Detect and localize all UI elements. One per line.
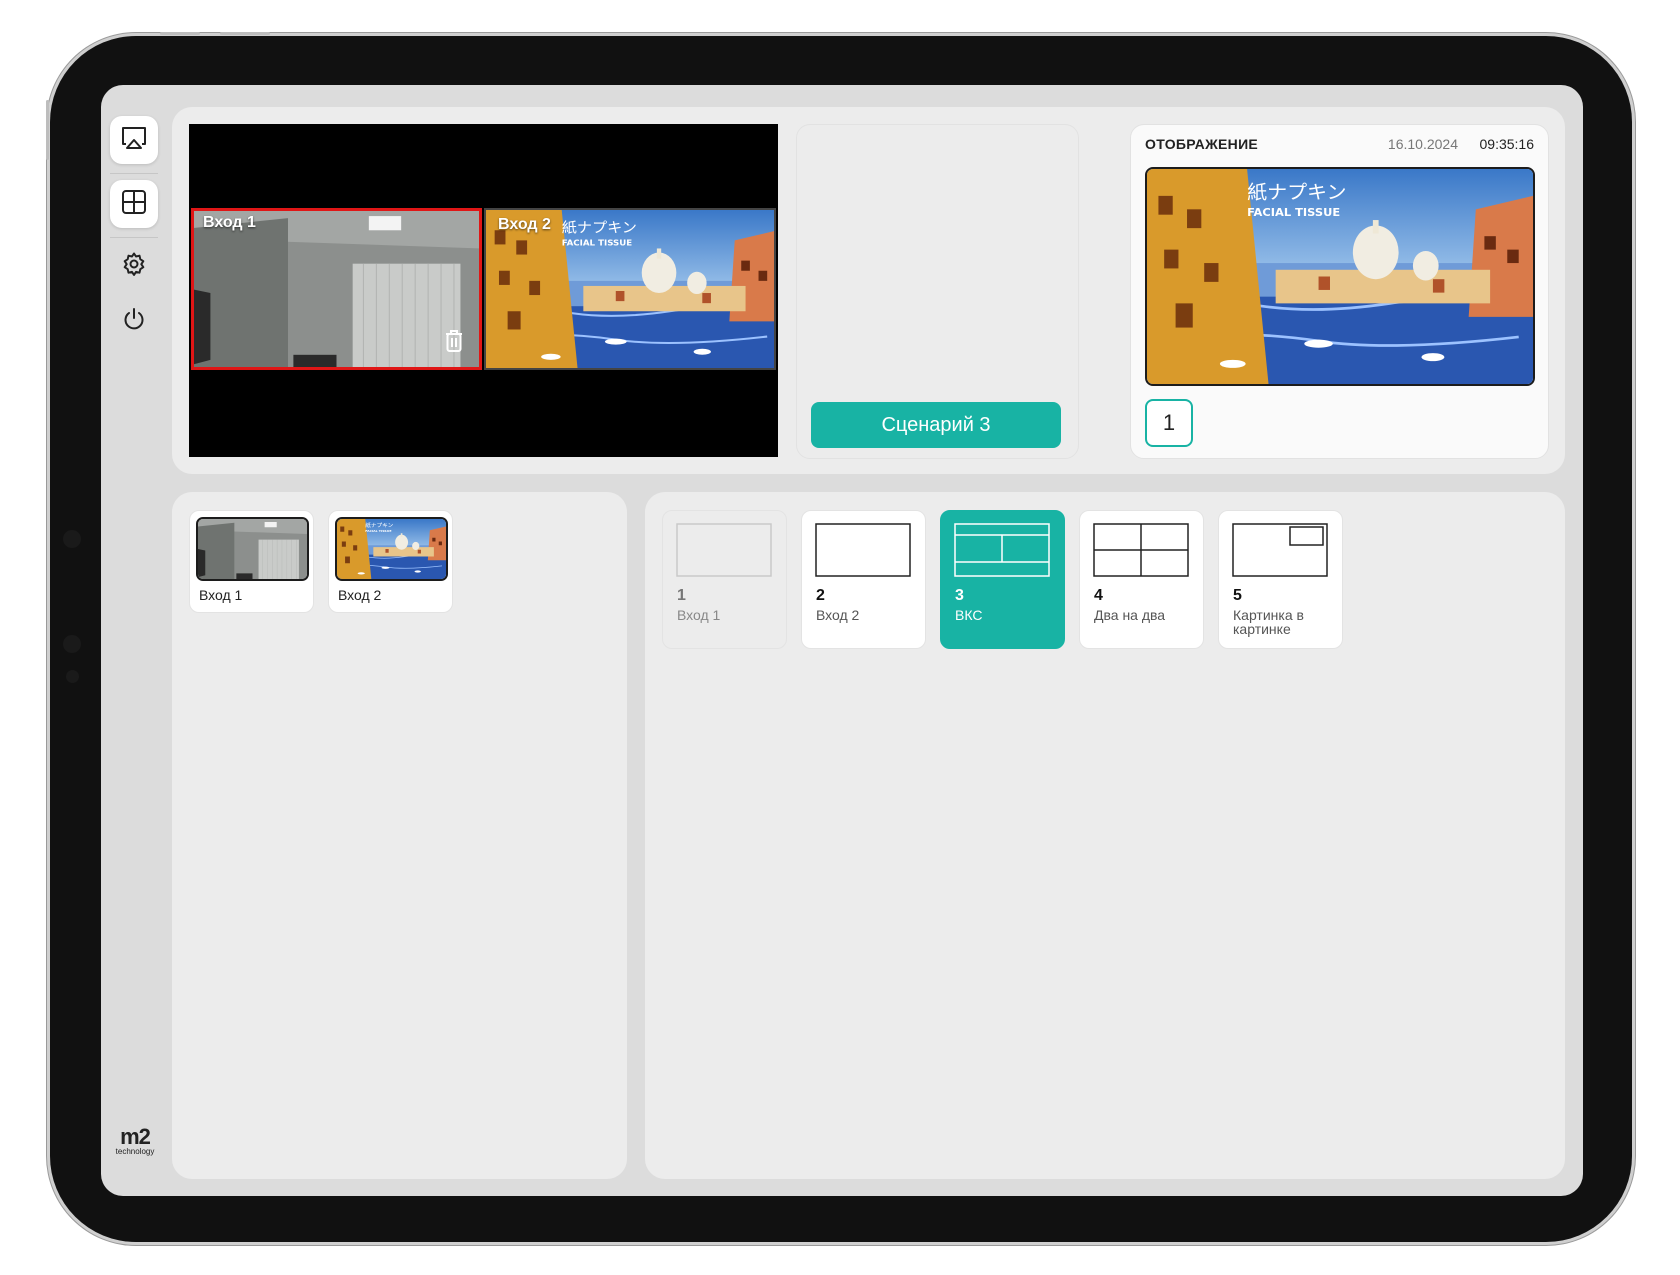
settings-button[interactable] xyxy=(110,242,158,290)
layout-number: 5 xyxy=(1233,587,1242,604)
grid-icon xyxy=(121,189,147,220)
venice-image xyxy=(486,210,774,368)
layout-card-1[interactable]: 1 Вход 1 xyxy=(662,510,787,649)
layout-name: ВКС xyxy=(955,607,983,623)
source-card-input-2[interactable]: Вход 2 xyxy=(328,510,453,613)
venice-image xyxy=(337,519,446,579)
preview-cell-label: Вход 2 xyxy=(498,216,551,233)
brand-logo: m2 technology xyxy=(109,1124,161,1157)
top-panel: Вход 1 Вход 2 Сценарий 3 ОТОБРАЖЕНИЕ 16.… xyxy=(172,107,1565,474)
venice-image xyxy=(1147,169,1533,384)
top-button xyxy=(160,32,200,35)
logo-subtitle: technology xyxy=(115,1147,155,1156)
layout-card-3[interactable]: 3 ВКС xyxy=(940,510,1065,649)
layout-vks-icon xyxy=(954,523,1050,577)
layout-grid-button[interactable] xyxy=(110,180,158,228)
display-number-button[interactable]: 1 xyxy=(1145,399,1193,447)
layout-number: 4 xyxy=(1094,587,1103,604)
layout-number: 1 xyxy=(677,587,686,604)
source-label: Вход 2 xyxy=(338,587,382,603)
power-button[interactable] xyxy=(110,297,158,345)
scenario-card: Сценарий 3 xyxy=(796,124,1079,459)
layout-name: Два на два xyxy=(1094,607,1166,623)
layout-name: Вход 2 xyxy=(816,607,860,623)
gear-icon xyxy=(121,251,147,282)
layout-card-2[interactable]: 2 Вход 2 xyxy=(801,510,926,649)
layouts-panel: 1 Вход 1 2 Вход 2 3 ВКС 4 Два на два 5 К… xyxy=(645,492,1565,1179)
rail-divider xyxy=(110,173,158,174)
layout-pip-icon xyxy=(1232,523,1328,577)
side-button xyxy=(46,100,49,160)
power-icon xyxy=(121,306,147,337)
source-thumbnail xyxy=(335,517,448,581)
preview-cell-input-2[interactable]: Вход 2 xyxy=(484,208,776,370)
scenario-preview: Вход 1 Вход 2 xyxy=(189,124,778,457)
selection-frame xyxy=(191,208,482,370)
camera-dot xyxy=(63,530,81,548)
source-label: Вход 1 xyxy=(199,587,243,603)
layout-card-4[interactable]: 4 Два на два xyxy=(1079,510,1204,649)
sources-panel: Вход 1 Вход 2 xyxy=(172,492,627,1179)
layout-card-5[interactable]: 5 Картинка в картинке xyxy=(1218,510,1343,649)
rail-divider xyxy=(110,237,158,238)
airplay-icon xyxy=(120,125,148,156)
room-image xyxy=(198,519,307,579)
display-time: 09:35:16 xyxy=(1479,136,1535,152)
source-thumbnail xyxy=(196,517,309,581)
layout-quad-icon xyxy=(1093,523,1189,577)
display-title: ОТОБРАЖЕНИЕ xyxy=(1145,136,1259,152)
trash-icon[interactable] xyxy=(443,328,465,359)
layout-number: 3 xyxy=(955,587,964,604)
app-screen: m2 technology Вход 1 Вход 2 Сценарий 3 О… xyxy=(101,85,1583,1196)
top-button xyxy=(220,32,270,35)
layout-single-icon xyxy=(815,523,911,577)
display-output-image xyxy=(1145,167,1535,386)
display-card: ОТОБРАЖЕНИЕ 16.10.2024 09:35:16 1 xyxy=(1130,124,1549,459)
layout-number: 2 xyxy=(816,587,825,604)
camera-dot xyxy=(66,670,79,683)
layout-single-icon xyxy=(676,523,772,577)
source-card-input-1[interactable]: Вход 1 xyxy=(189,510,314,613)
preview-cell-input-1[interactable]: Вход 1 xyxy=(191,208,482,370)
scenario-button[interactable]: Сценарий 3 xyxy=(811,402,1061,448)
camera-dot xyxy=(63,635,81,653)
layout-name: Картинка в картинке xyxy=(1233,607,1304,637)
airplay-button[interactable] xyxy=(110,116,158,164)
preview-cell-label: Вход 1 xyxy=(203,214,256,231)
logo-mark: m2 xyxy=(120,1124,151,1149)
display-date: 16.10.2024 xyxy=(1387,136,1458,152)
layout-name: Вход 1 xyxy=(677,607,721,623)
